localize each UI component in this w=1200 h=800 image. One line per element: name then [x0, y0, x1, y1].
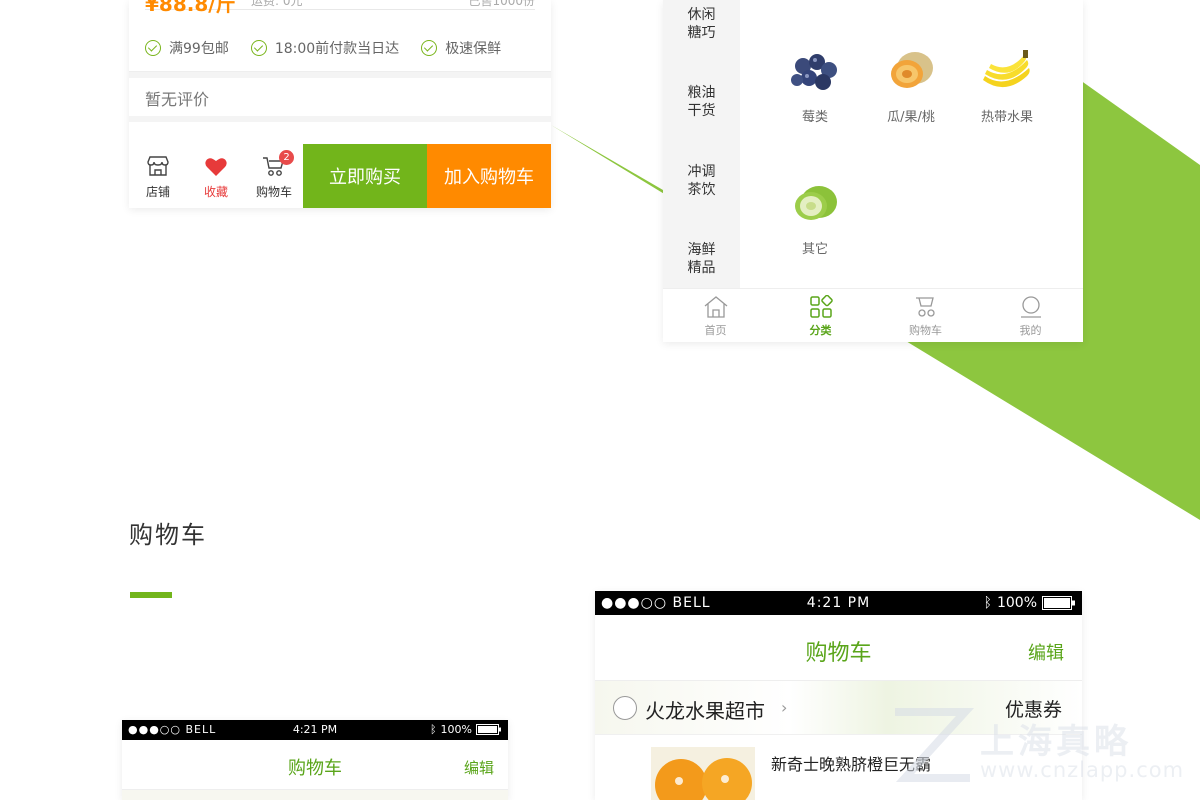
orange-product-image: [651, 747, 755, 800]
category-item-tropical[interactable]: 热带水果: [959, 46, 1055, 125]
feature-label: 满99包邮: [169, 41, 229, 57]
category-item-berries[interactable]: 莓类: [767, 46, 863, 125]
cart-badge: 2: [279, 150, 294, 165]
favorite-button[interactable]: 收藏: [187, 144, 245, 208]
section-title: 购物车: [129, 521, 207, 549]
status-bar: ●●●○○ BELL 4:21 PM ᛒ 100%: [595, 591, 1082, 615]
category-item-label: 莓类: [801, 110, 828, 125]
sidebar-item-label: 粮油 干货: [687, 85, 716, 119]
check-circle-icon: [145, 40, 161, 56]
category-item-other[interactable]: 其它: [767, 178, 863, 257]
battery-icon: [476, 724, 501, 735]
chevron-right-icon: ›: [781, 698, 788, 717]
banana-icon: [977, 46, 1037, 96]
sidebar-item-seafood[interactable]: 海鲜 精品: [663, 241, 740, 277]
price-row: ¥88.8/斤 运费: 0元 已售1000份: [145, 0, 535, 16]
shop-banner-strip: [122, 790, 508, 800]
nav-bar: 购物车 编辑: [595, 615, 1082, 681]
sidebar-item-snacks[interactable]: 休闲 糖巧: [663, 6, 740, 42]
tab-category[interactable]: 分类: [768, 289, 873, 342]
shop-header-row[interactable]: 火龙水果超市 › 优惠券: [595, 681, 1082, 735]
sold-count: 已售1000份: [468, 0, 535, 8]
review-section[interactable]: 暂无评价: [129, 78, 551, 122]
feature-list: 满99包邮 18:00前付款当日达 极速保鲜: [145, 38, 523, 58]
sidebar-item-label: 海鲜 精品: [687, 242, 716, 276]
product-detail-card: ¥88.8/斤 运费: 0元 已售1000份 满99包邮 18:00前付款当日达…: [129, 0, 551, 208]
category-item-melons[interactable]: 瓜/果/桃: [863, 46, 959, 125]
cart-screen-small: ●●●○○ BELL 4:21 PM ᛒ 100% 购物车 编辑: [122, 720, 508, 800]
store-button[interactable]: 店铺: [129, 144, 187, 208]
blueberry-icon: [785, 46, 845, 96]
bluetooth-icon: ᛒ: [429, 723, 437, 736]
product-action-bar: 店铺 收藏 2 购物车 立即购买 加入购物车: [129, 144, 551, 208]
add-to-cart-button[interactable]: 加入购物车: [427, 144, 551, 208]
product-info-section: ¥88.8/斤 运费: 0元 已售1000份 满99包邮 18:00前付款当日达…: [129, 0, 551, 72]
favorite-label: 收藏: [203, 184, 228, 199]
battery-group: ᛒ 100%: [430, 723, 502, 736]
edit-button[interactable]: 编辑: [1028, 639, 1064, 665]
cart-item-row: 新奇士晚熟脐橙巨无霸: [595, 735, 1082, 800]
sidebar-item-grain[interactable]: 粮油 干货: [663, 84, 740, 120]
guava-icon: [785, 178, 845, 228]
check-circle-icon: [421, 40, 438, 56]
cart-icon: [913, 294, 939, 320]
category-item-label: 其它: [801, 242, 828, 257]
cart-label: 购物车: [255, 184, 292, 199]
status-bar: ●●●○○ BELL 4:21 PM ᛒ 100%: [122, 720, 508, 740]
store-icon: [146, 153, 170, 179]
profile-icon: [1018, 294, 1044, 320]
tab-home[interactable]: 首页: [663, 289, 768, 342]
battery-percent: 100%: [996, 595, 1037, 611]
tab-cart[interactable]: 购物车: [873, 289, 978, 342]
category-icon: [808, 294, 834, 320]
buy-now-button[interactable]: 立即购买: [303, 144, 427, 208]
item-title: 新奇士晚熟脐橙巨无霸: [771, 755, 932, 774]
product-price: ¥88.8/斤: [145, 0, 236, 16]
sidebar-item-label: 休闲 糖巧: [687, 7, 716, 41]
bluetooth-icon: ᛒ: [983, 595, 992, 611]
tab-label: 首页: [704, 323, 727, 337]
bottom-tab-bar: 首页 分类 购物车 我的: [663, 288, 1083, 342]
tab-label: 购物车: [909, 323, 942, 337]
tab-profile[interactable]: 我的: [978, 289, 1083, 342]
feature-item: 满99包邮: [145, 38, 229, 58]
nav-bar: 购物车 编辑: [122, 740, 508, 790]
shop-name[interactable]: 火龙水果超市: [645, 695, 765, 724]
select-shop-radio[interactable]: [613, 696, 637, 720]
battery-group: ᛒ 100%: [984, 595, 1076, 611]
tab-label: 分类: [809, 323, 832, 337]
cart-screen-large: ●●●○○ BELL 4:21 PM ᛒ 100% 购物车 编辑 火龙水果超市 …: [595, 591, 1082, 800]
feature-label: 极速保鲜: [445, 41, 502, 57]
melon-icon: [881, 46, 941, 96]
battery-icon: [1042, 596, 1075, 610]
sidebar-item-label: 冲调 茶饮: [687, 164, 716, 198]
home-icon: [703, 294, 729, 320]
tab-label: 我的: [1019, 323, 1042, 337]
page-title: 购物车: [805, 641, 872, 666]
cart-button[interactable]: 2 购物车: [245, 144, 303, 208]
battery-percent: 100%: [440, 723, 472, 736]
category-sidebar: 休闲 糖巧 粮油 干货 冲调 茶饮 海鲜 精品: [663, 0, 740, 288]
section-underline: [130, 592, 172, 598]
feature-item: 极速保鲜: [421, 38, 501, 58]
category-item-label: 热带水果: [980, 110, 1033, 125]
category-item-label: 瓜/果/桃: [887, 110, 935, 125]
sidebar-item-tea[interactable]: 冲调 茶饮: [663, 163, 740, 199]
store-label: 店铺: [145, 184, 170, 199]
coupon-button[interactable]: 优惠券: [1005, 695, 1062, 722]
page-title: 购物车: [288, 758, 342, 779]
freight-text: 运费: 0元: [251, 0, 303, 8]
feature-item: 18:00前付款当日达: [250, 38, 400, 58]
check-circle-icon: [250, 40, 267, 56]
category-screen: 休闲 糖巧 粮油 干货 冲调 茶饮 海鲜 精品 莓类 瓜/果/桃 热带水果 其它…: [663, 0, 1083, 342]
heart-icon: [204, 153, 228, 179]
feature-label: 18:00前付款当日达: [274, 41, 400, 57]
edit-button[interactable]: 编辑: [464, 757, 494, 778]
